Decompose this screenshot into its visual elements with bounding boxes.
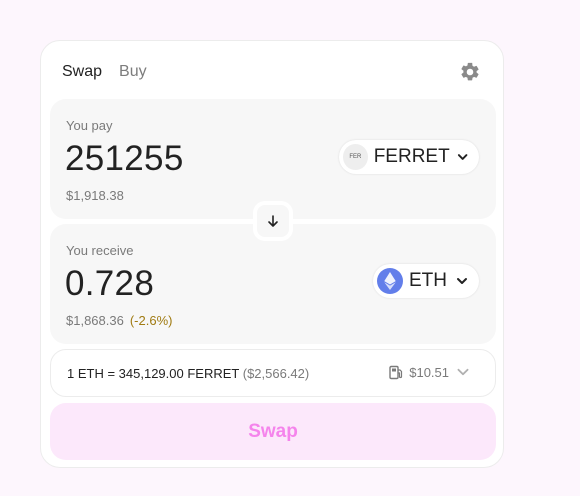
ferret-token-icon: FER (343, 144, 368, 170)
receive-usd-value: $1,868.36 (-2.6%) (66, 313, 172, 328)
receive-amount[interactable]: 0.728 (65, 264, 154, 304)
tab-swap[interactable]: Swap (62, 63, 102, 81)
pay-token-selector[interactable]: FER FERRET (339, 140, 479, 174)
swap-widget: Swap Buy You pay 251255 $1,918.38 FER FE… (40, 40, 504, 468)
receive-token-symbol: ETH (409, 270, 447, 291)
receive-label: You receive (66, 243, 134, 258)
pay-usd-value: $1,918.38 (66, 188, 124, 203)
swap-button[interactable]: Swap (50, 403, 496, 460)
gear-icon[interactable] (459, 61, 481, 83)
tab-buy[interactable]: Buy (119, 63, 147, 81)
pay-amount-input[interactable]: 251255 (65, 139, 184, 179)
arrow-down-icon (268, 215, 278, 227)
gas-fee: $10.51 (389, 364, 471, 380)
gas-pump-icon (389, 365, 403, 379)
chevron-down-icon (457, 154, 468, 160)
pay-token-symbol: FERRET (373, 146, 450, 167)
exchange-rate-usd: ($2,566.42) (242, 366, 310, 381)
eth-logo-icon (377, 268, 403, 294)
receive-panel: You receive 0.728 $1,868.36 (-2.6%) ETH (50, 224, 496, 344)
exchange-rate: 1 ETH = 345,129.00 FERRET ($2,566.42) (67, 366, 309, 381)
chevron-down-icon[interactable] (455, 364, 471, 380)
exchange-rate-row[interactable]: 1 ETH = 345,129.00 FERRET ($2,566.42) $1… (50, 349, 496, 397)
flip-direction-button[interactable] (253, 201, 293, 241)
receive-token-selector[interactable]: ETH (373, 264, 479, 298)
price-impact-delta: (-2.6%) (129, 313, 173, 328)
gas-fee-value: $10.51 (409, 364, 449, 380)
receive-usd-amount: $1,868.36 (66, 313, 124, 328)
tabs: Swap Buy (62, 63, 147, 81)
exchange-rate-text: 1 ETH = 345,129.00 FERRET (67, 366, 240, 381)
pay-label: You pay (66, 118, 113, 133)
chevron-down-icon (457, 278, 467, 284)
